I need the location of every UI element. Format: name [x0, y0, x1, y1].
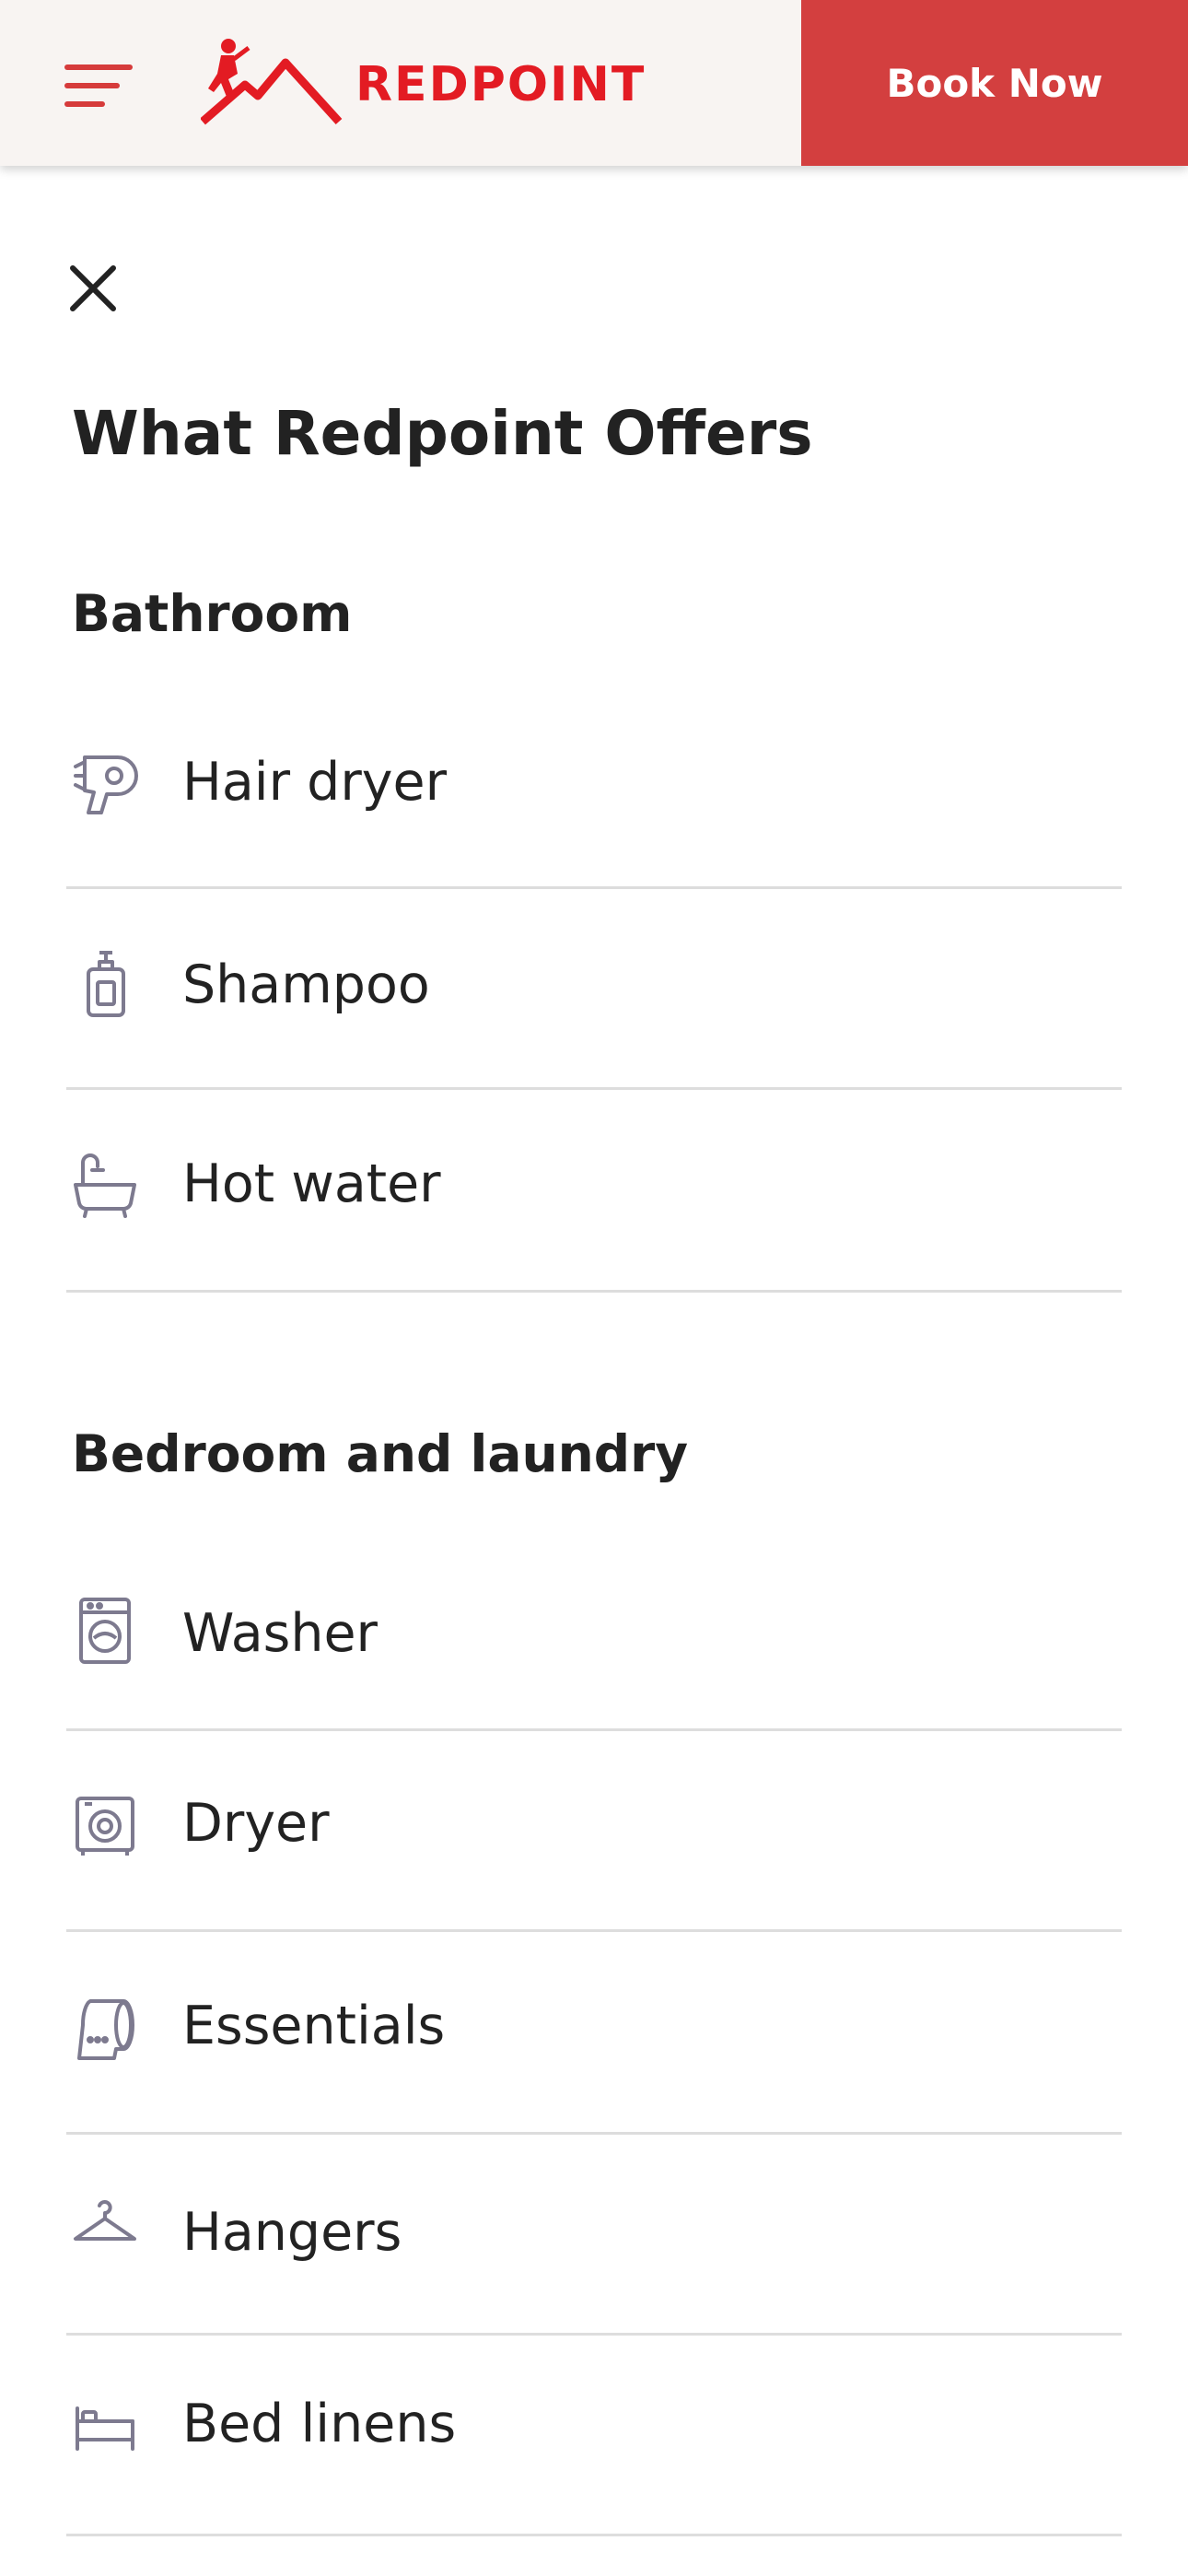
dryer-icon [76, 1797, 134, 1856]
amenity-label: Washer [182, 1603, 378, 1664]
section-heading-bedroom-and-laundry: Bedroom and laundry [72, 1424, 689, 1483]
brand-name: REDPOINT [355, 57, 646, 112]
amenity-item-washer: Washer [66, 1566, 1122, 1731]
amenity-item-shampoo: Shampoo [66, 886, 1122, 1090]
hamburger-menu-icon[interactable] [64, 64, 134, 107]
book-now-button[interactable]: Book Now [801, 0, 1188, 166]
top-navigation-bar: REDPOINT Book Now [0, 0, 1188, 166]
amenity-item-essentials: Essentials [66, 1929, 1122, 2135]
hanger-icon [74, 2200, 136, 2241]
amenity-item-bed-linens: Bed linens [66, 2333, 1122, 2536]
amenity-label: Essentials [182, 1996, 446, 2056]
amenity-item-hangers: Hangers [66, 2132, 1122, 2336]
amenity-item-hair-dryer: Hair dryer [66, 730, 1122, 889]
washing-machine-icon [79, 1598, 131, 1664]
amenity-label: Hot water [182, 1153, 441, 1214]
amenity-label: Dryer [182, 1793, 330, 1854]
redpoint-logo[interactable]: REDPOINT [201, 37, 646, 129]
amenity-item-hot-water: Hot water [66, 1087, 1122, 1293]
amenity-item-dryer: Dryer [66, 1728, 1122, 1932]
shampoo-bottle-icon [87, 951, 125, 1017]
toilet-paper-icon [77, 1999, 134, 2060]
amenity-label: Hangers [182, 2202, 402, 2263]
section-heading-bathroom: Bathroom [72, 584, 353, 643]
amenity-label: Hair dryer [182, 752, 448, 813]
bed-icon [76, 2406, 134, 2451]
bathtub-icon [74, 1153, 136, 1218]
hair-dryer-icon [74, 755, 138, 814]
amenity-label: Bed linens [182, 2394, 457, 2454]
close-icon[interactable] [70, 265, 116, 311]
amenity-label: Shampoo [182, 954, 430, 1015]
page-title: What Redpoint Offers [72, 398, 813, 469]
climber-mountain-icon [201, 39, 343, 125]
